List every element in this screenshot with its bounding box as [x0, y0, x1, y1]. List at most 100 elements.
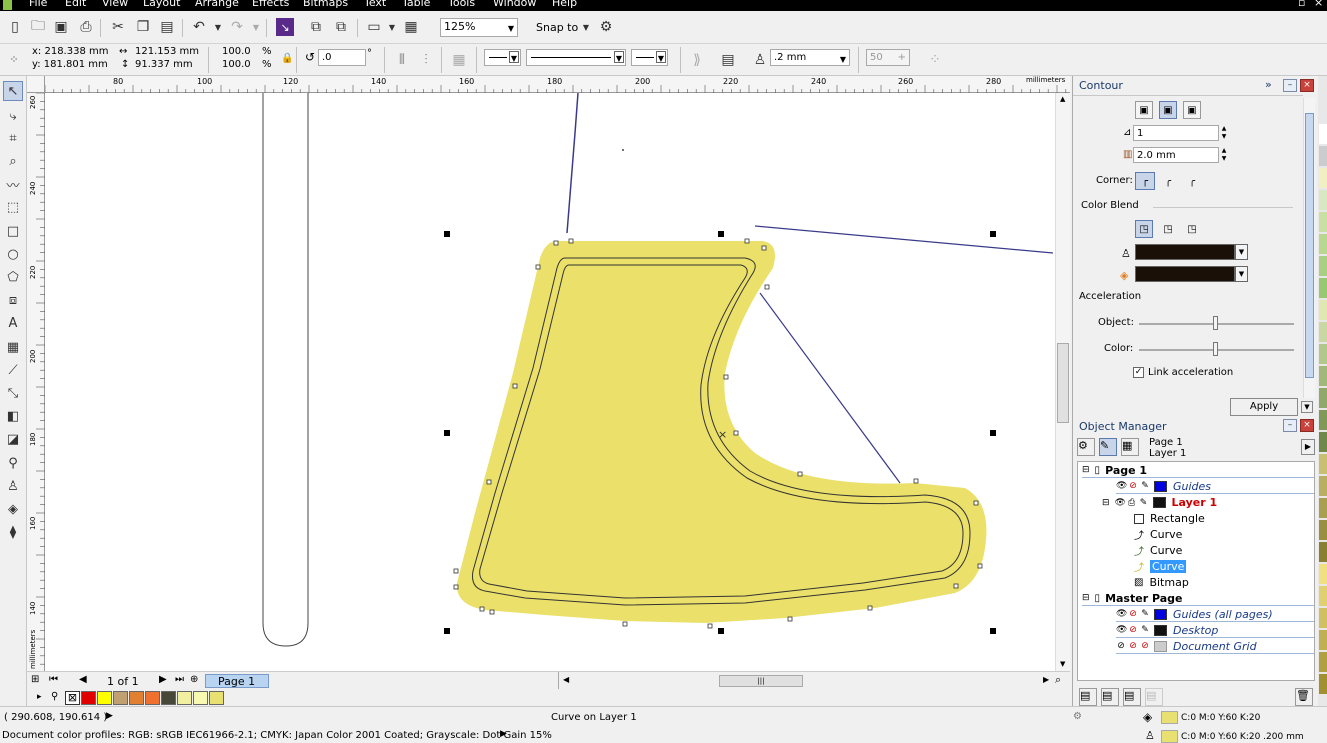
- linear-blend-icon[interactable]: ◳: [1135, 220, 1153, 238]
- text-tool-icon[interactable]: A: [3, 313, 23, 333]
- width-field[interactable]: 121.153 mm: [135, 46, 199, 57]
- link-acceleration-checkbox[interactable]: ✓: [1133, 367, 1144, 378]
- palette-color-chip[interactable]: [1319, 498, 1327, 518]
- mirror-vertical-icon[interactable]: ⫶: [417, 51, 435, 69]
- horizontal-ruler[interactable]: 80 100 120 140 160 180 200 220 240 260 2…: [45, 76, 1070, 93]
- palette-color-chip[interactable]: [1319, 278, 1327, 298]
- first-page-icon[interactable]: ⏮: [49, 674, 58, 685]
- outline-width-select[interactable]: .2 mm ▼: [770, 49, 850, 66]
- palette-color-chip[interactable]: [1319, 520, 1327, 540]
- new-layer-icon[interactable]: ▤: [1079, 688, 1097, 706]
- palette-color-chip[interactable]: [1319, 630, 1327, 650]
- publish-pdf-icon[interactable]: ⧉: [332, 18, 350, 36]
- save-icon[interactable]: ▣: [52, 18, 70, 36]
- palette-color-chip[interactable]: [1319, 476, 1327, 496]
- palette-color-chip[interactable]: [1319, 124, 1327, 144]
- pick-tool-icon[interactable]: ↖: [3, 81, 23, 101]
- grid-dots-icon[interactable]: ⁘: [926, 51, 944, 69]
- counterclockwise-blend-icon[interactable]: ◳: [1183, 220, 1201, 238]
- tree-item-bitmap[interactable]: ▨ Bitmap: [1134, 575, 1189, 590]
- palette-color-chip[interactable]: [1319, 212, 1327, 232]
- height-field[interactable]: 91.337 mm: [135, 59, 193, 70]
- objmgr-menu-icon[interactable]: ▶: [1301, 439, 1315, 455]
- menu-view[interactable]: View: [102, 0, 128, 9]
- scroll-right-icon[interactable]: ▶: [1043, 675, 1049, 684]
- ellipse-tool-icon[interactable]: ○: [3, 244, 23, 264]
- tree-item-curve[interactable]: ⤴ Curve: [1134, 543, 1182, 558]
- zoom-tool-icon[interactable]: ⌕: [3, 151, 23, 171]
- prev-page-icon[interactable]: ◀: [79, 674, 87, 685]
- menu-edit[interactable]: Edit: [65, 0, 86, 9]
- offset-field[interactable]: 2.0 mm: [1133, 147, 1219, 163]
- outline-color-swatch[interactable]: [1161, 730, 1178, 743]
- palette-color-chip[interactable]: [1319, 234, 1327, 254]
- scroll-left-icon[interactable]: ◀: [563, 675, 569, 684]
- status-settings-icon[interactable]: ⚙: [1073, 711, 1082, 722]
- horizontal-scroll-thumb[interactable]: |||: [719, 675, 803, 687]
- tree-item-curve[interactable]: ⤴ Curve: [1134, 527, 1182, 542]
- palette-swatch[interactable]: [97, 691, 112, 705]
- basic-shapes-tool-icon[interactable]: ⧈: [3, 290, 23, 310]
- tree-master-desktop[interactable]: 👁 ⊘ ✎ Desktop: [1116, 623, 1314, 638]
- palette-swatch[interactable]: [161, 691, 176, 705]
- snap-to-dropdown-icon[interactable]: ▼: [581, 23, 591, 33]
- palette-swatch[interactable]: [81, 691, 96, 705]
- scroll-up-icon[interactable]: ▲: [1060, 95, 1065, 103]
- scale-x-field[interactable]: 100.0: [222, 46, 251, 57]
- palette-swatch[interactable]: [129, 691, 144, 705]
- steps-field[interactable]: 1: [1133, 125, 1219, 141]
- no-color-swatch[interactable]: ⊠: [65, 691, 80, 705]
- outside-icon[interactable]: ▣: [1183, 101, 1201, 119]
- new-master-layer-odd-icon[interactable]: ▤: [1145, 688, 1163, 706]
- edit-across-layers-icon[interactable]: ✎: [1099, 438, 1117, 456]
- object-origin-icon[interactable]: ⁘: [5, 50, 23, 68]
- page-tab[interactable]: Page 1: [205, 674, 269, 688]
- ruler-origin[interactable]: [27, 76, 45, 93]
- mirror-horizontal-icon[interactable]: ⫴: [393, 51, 411, 69]
- minimize-docker-icon[interactable]: –: [1283, 79, 1297, 92]
- delete-icon[interactable]: 🗑: [1295, 688, 1313, 706]
- smart-fill-tool-icon[interactable]: ⬚: [3, 197, 23, 217]
- tree-master-document-grid[interactable]: ⊘ ⊘ ⊘ Document Grid: [1116, 639, 1314, 654]
- mitered-corner-icon[interactable]: ┌: [1135, 172, 1155, 190]
- lock-ratio-icon[interactable]: 🔒: [281, 53, 293, 64]
- rectangle-tool-icon[interactable]: □: [3, 221, 23, 241]
- new-master-layer-all-icon[interactable]: ▤: [1123, 688, 1141, 706]
- shape-tool-icon[interactable]: ⤷: [3, 106, 23, 126]
- fill-color-picker[interactable]: [1135, 266, 1235, 282]
- expand-docker-icon[interactable]: »: [1265, 78, 1272, 91]
- palette-color-chip[interactable]: [1319, 454, 1327, 474]
- end-arrowhead-select[interactable]: ▼: [631, 49, 668, 66]
- menu-layout[interactable]: Layout: [143, 0, 180, 9]
- offset-stepper[interactable]: ▲ ▼: [1219, 147, 1229, 163]
- launcher-dropdown-icon[interactable]: ▼: [387, 23, 397, 33]
- outline-color-picker[interactable]: [1135, 244, 1235, 260]
- snap-to-dropdown[interactable]: Snap to: [536, 21, 578, 34]
- palette-color-chip[interactable]: [1319, 190, 1327, 210]
- profiles-expand-icon[interactable]: ▶: [500, 729, 507, 739]
- palette-swatch[interactable]: [177, 691, 192, 705]
- last-page-icon[interactable]: ⏭: [175, 674, 184, 685]
- tree-layer-1[interactable]: ⊟ 👁 ⎙ ✎ Layer 1: [1102, 495, 1217, 510]
- palette-color-chip[interactable]: [1319, 168, 1327, 188]
- welcome-screen-icon[interactable]: ▦: [402, 18, 420, 36]
- freehand-tool-icon[interactable]: 〰: [3, 174, 23, 194]
- add-page-icon[interactable]: ⊕: [190, 674, 198, 685]
- color-accel-slider[interactable]: [1213, 342, 1218, 356]
- docker-scroll-thumb[interactable]: [1305, 113, 1314, 378]
- blend-tool-icon[interactable]: ◧: [3, 406, 23, 426]
- menu-table[interactable]: Table: [402, 0, 430, 9]
- palette-color-chip[interactable]: [1319, 146, 1327, 166]
- vertical-scroll-thumb[interactable]: [1057, 343, 1069, 423]
- color-profiles-info[interactable]: Document color profiles: RGB: sRGB IEC61…: [2, 730, 552, 741]
- misc-value-field[interactable]: 50 +: [866, 49, 910, 66]
- object-accel-slider[interactable]: [1213, 316, 1218, 330]
- menu-file[interactable]: File: [29, 0, 47, 9]
- palette-color-chip[interactable]: [1319, 300, 1327, 320]
- line-style-select[interactable]: ▼: [526, 49, 626, 66]
- undo-dropdown-icon[interactable]: ▼: [213, 23, 223, 33]
- clockwise-blend-icon[interactable]: ◳: [1159, 220, 1177, 238]
- to-front-icon[interactable]: ▤: [719, 51, 737, 69]
- tree-master-guides[interactable]: 👁 ⊘ ✎ Guides (all pages): [1116, 607, 1314, 622]
- position-x-field[interactable]: x: 218.338 mm: [32, 46, 108, 57]
